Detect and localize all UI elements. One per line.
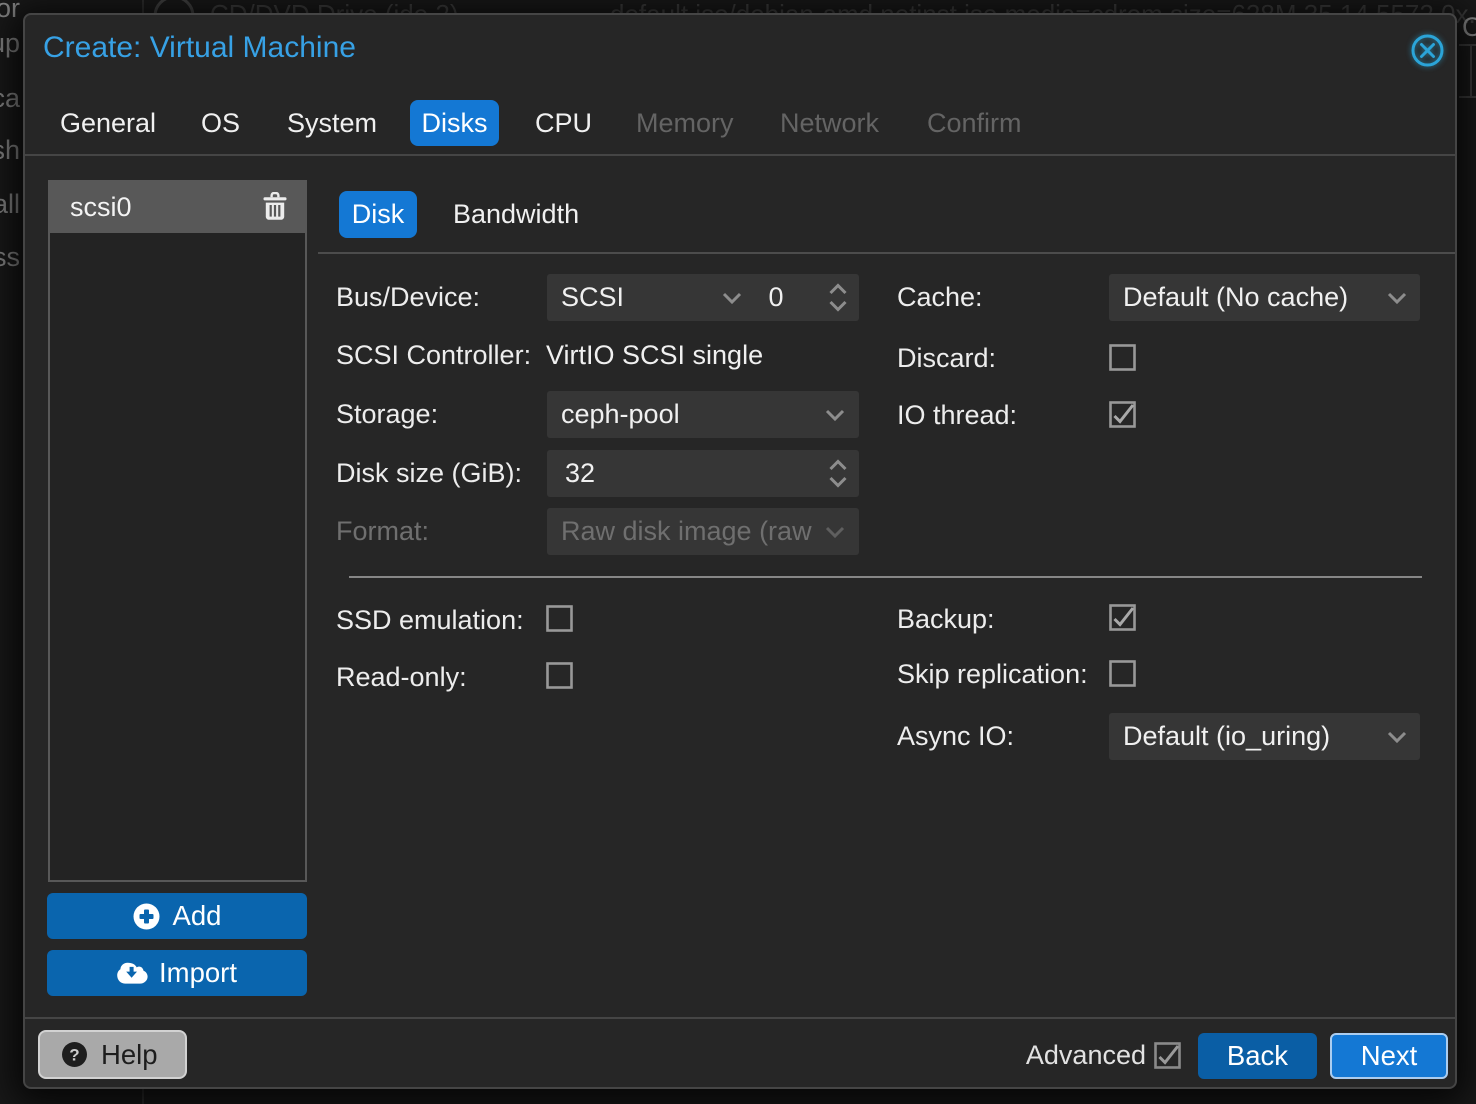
- svg-text:?: ?: [69, 1046, 79, 1065]
